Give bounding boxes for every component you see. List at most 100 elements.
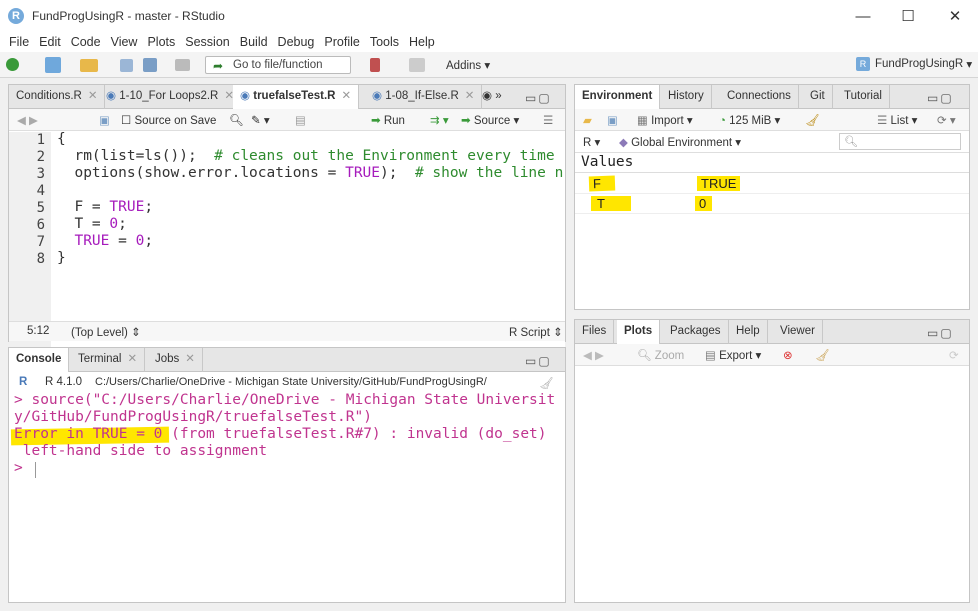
- import-dataset-button[interactable]: ▦ Import ▾: [637, 113, 693, 127]
- console-minmax-icon[interactable]: ▭▢: [525, 354, 552, 368]
- project-menu[interactable]: R FundProgUsingR ▾: [856, 57, 972, 71]
- clear-workspace-icon[interactable]: 🧹︎: [805, 113, 820, 127]
- tab-files[interactable]: Files: [575, 320, 615, 344]
- load-workspace-icon[interactable]: ▰: [583, 113, 592, 127]
- line-number: 8: [36, 251, 45, 267]
- tab-plots[interactable]: Plots: [617, 320, 661, 345]
- menu-file[interactable]: File: [4, 35, 34, 49]
- main-toolbar: ➦ Go to file/function Addins ▾ R FundPro…: [0, 52, 978, 78]
- menu-edit[interactable]: Edit: [34, 35, 66, 49]
- menu-session[interactable]: Session: [180, 35, 234, 49]
- search-icon[interactable]: 🔍︎: [229, 113, 244, 127]
- grid-layout-icon[interactable]: [409, 58, 425, 72]
- save-icon[interactable]: [120, 59, 133, 72]
- source-button[interactable]: ➡ Source ▾: [461, 113, 519, 127]
- code-line-8: }: [57, 250, 66, 266]
- clear-console-icon[interactable]: 🧹︎: [539, 376, 554, 390]
- code-line-3: options(show.error.locations = TRUE); # …: [57, 165, 564, 181]
- console-output[interactable]: > source("C:/Users/Charlie/OneDrive - Mi…: [9, 392, 565, 602]
- zoom-button[interactable]: 🔍︎ Zoom: [637, 348, 684, 362]
- line-number: 1: [36, 132, 45, 148]
- tab-terminal[interactable]: Terminal ✕: [71, 348, 146, 372]
- env-var-name: T: [591, 196, 631, 211]
- scope-selector[interactable]: ◆ Global Environment ▾: [619, 135, 741, 149]
- editor-menu-icon[interactable]: ☰: [543, 113, 553, 127]
- tab-jobs[interactable]: Jobs ✕: [148, 348, 203, 372]
- working-directory[interactable]: C:/Users/Charlie/OneDrive - Michigan Sta…: [95, 376, 487, 388]
- console-line: > source("C:/Users/Charlie/OneDrive - Mi…: [14, 392, 556, 408]
- editor-minmax-icon[interactable]: ▭▢: [525, 91, 552, 105]
- environment-minmax-icon[interactable]: ▭▢: [927, 91, 954, 105]
- build-icon[interactable]: [370, 58, 380, 72]
- new-file-icon[interactable]: [6, 58, 19, 71]
- r-logo-icon: R: [19, 376, 28, 388]
- cursor-position: 5:12: [27, 325, 50, 337]
- tab-truefalsetest[interactable]: ◉ truefalseTest.R ✕: [233, 85, 360, 110]
- environment-panel: Environment History Connections Git Tuto…: [574, 84, 970, 310]
- save-workspace-icon[interactable]: ▣: [607, 113, 618, 127]
- code-tools-icon[interactable]: ✎ ▾: [251, 113, 270, 127]
- menu-code[interactable]: Code: [66, 35, 106, 49]
- rstudio-app-icon: R: [8, 8, 24, 24]
- tab-connections[interactable]: Connections: [720, 85, 799, 109]
- plots-minmax-icon[interactable]: ▭▢: [927, 326, 954, 340]
- plots-refresh-icon[interactable]: ⟳: [949, 348, 959, 362]
- new-project-icon[interactable]: [45, 57, 61, 73]
- tab-history[interactable]: History: [661, 85, 712, 109]
- menu-bar: File Edit Code View Plots Session Build …: [0, 32, 978, 52]
- minimize-button[interactable]: —: [840, 0, 886, 32]
- run-button[interactable]: ➡ Run: [371, 113, 405, 127]
- plot-nav-icon[interactable]: ◀ ▶: [583, 348, 604, 362]
- export-button[interactable]: ▤ Export ▾: [705, 348, 761, 362]
- menu-plots[interactable]: Plots: [142, 35, 180, 49]
- clear-plots-icon[interactable]: 🧹︎: [815, 348, 830, 362]
- refresh-icon[interactable]: ⟳ ▾: [937, 113, 956, 127]
- print-icon[interactable]: [175, 59, 190, 71]
- close-button[interactable]: ✕: [932, 0, 978, 32]
- menu-view[interactable]: View: [106, 35, 143, 49]
- goto-file-input[interactable]: ➦ Go to file/function: [205, 56, 351, 74]
- env-row[interactable]: F TRUE: [575, 174, 969, 194]
- tab-console[interactable]: Console: [9, 348, 70, 373]
- environment-toolbar: ▰ ▣ ▦ Import ▾ ◔ 125 MiB ▾ 🧹︎ ☰ List ▾ ⟳…: [575, 109, 969, 131]
- menu-build[interactable]: Build: [235, 35, 273, 49]
- line-number: 5: [36, 200, 45, 216]
- editor-tabbar: Conditions.R ✕ ◉ 1-10_For Loops2.R ✕ ◉ tru…: [9, 85, 565, 110]
- more-tabs-icon[interactable]: ◉ »: [475, 85, 509, 109]
- back-forward-icon[interactable]: ◀ ▶: [17, 113, 38, 127]
- tab-environment[interactable]: Environment: [575, 85, 661, 110]
- tab-for-loops2[interactable]: ◉ 1-10_For Loops2.R ✕: [99, 85, 242, 109]
- menu-tools[interactable]: Tools: [365, 35, 404, 49]
- scope-selector[interactable]: (Top Level) ⇕: [71, 325, 141, 339]
- tab-conditions[interactable]: Conditions.R ✕: [9, 85, 106, 109]
- tab-viewer[interactable]: Viewer: [773, 320, 823, 344]
- menu-help[interactable]: Help: [404, 35, 440, 49]
- env-var-value: 0: [695, 196, 713, 211]
- save-all-icon[interactable]: [143, 58, 157, 72]
- tab-tutorial[interactable]: Tutorial: [837, 85, 890, 109]
- rerun-icon[interactable]: ⇉ ▾: [430, 113, 449, 127]
- memory-usage[interactable]: ◔ 125 MiB ▾: [719, 113, 780, 127]
- editor-save-icon[interactable]: ▣: [99, 113, 110, 127]
- filetype-selector[interactable]: R Script ⇕: [509, 325, 563, 339]
- open-file-icon[interactable]: [80, 59, 98, 72]
- tab-help[interactable]: Help: [729, 320, 768, 344]
- source-on-save-checkbox[interactable]: ☐ Source on Save: [121, 113, 216, 127]
- remove-plot-icon[interactable]: ⊗: [783, 348, 793, 362]
- maximize-button[interactable]: ☐: [885, 0, 931, 32]
- tab-packages[interactable]: Packages: [663, 320, 729, 344]
- env-var-value: TRUE: [697, 176, 741, 191]
- tab-git[interactable]: Git: [803, 85, 833, 109]
- addins-menu[interactable]: Addins ▾: [446, 58, 490, 72]
- tab-if-else[interactable]: ◉ 1-08_If-Else.R ✕: [365, 85, 483, 109]
- list-view-selector[interactable]: ☰ List ▾: [877, 113, 917, 127]
- values-header: Values: [575, 153, 969, 173]
- line-number: 7: [36, 234, 45, 250]
- environment-search-input[interactable]: 🔍︎: [839, 133, 961, 150]
- menu-debug[interactable]: Debug: [273, 35, 320, 49]
- language-selector[interactable]: R ▾: [583, 135, 600, 149]
- menu-profile[interactable]: Profile: [319, 35, 364, 49]
- env-row[interactable]: T 0: [575, 194, 969, 214]
- title-bar: R FundProgUsingR - master - RStudio — ☐ …: [0, 0, 978, 32]
- outline-icon[interactable]: ▤: [295, 113, 306, 127]
